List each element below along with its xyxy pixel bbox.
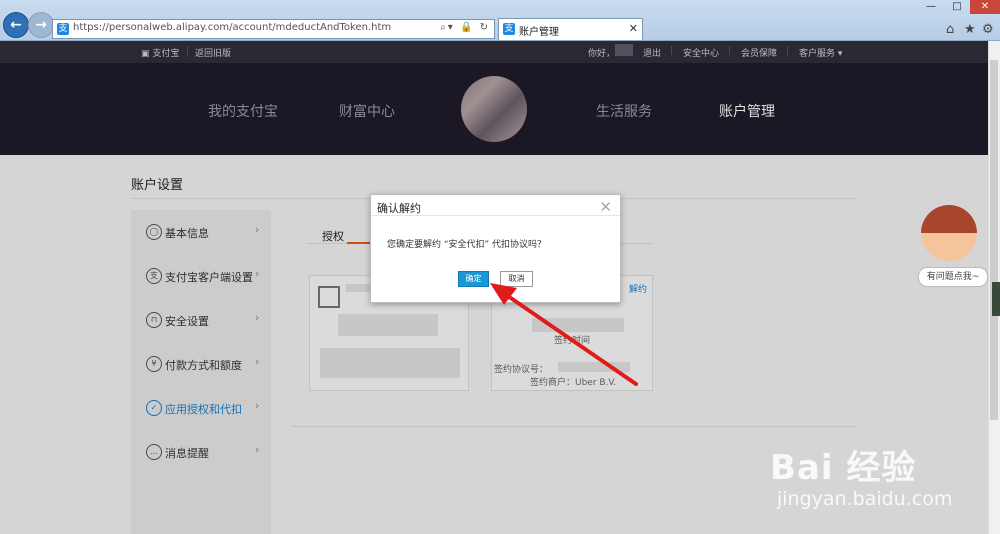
side-toolbar-icon[interactable] bbox=[992, 282, 1000, 316]
assistant-avatar-icon[interactable] bbox=[921, 205, 977, 261]
baidu-watermark-logo: Bai 经验 bbox=[770, 448, 917, 488]
scrollbar-thumb[interactable] bbox=[990, 60, 998, 420]
baidu-watermark-url: jingyan.baidu.com bbox=[777, 488, 953, 510]
help-button[interactable]: 有问题点我~ bbox=[918, 267, 988, 287]
